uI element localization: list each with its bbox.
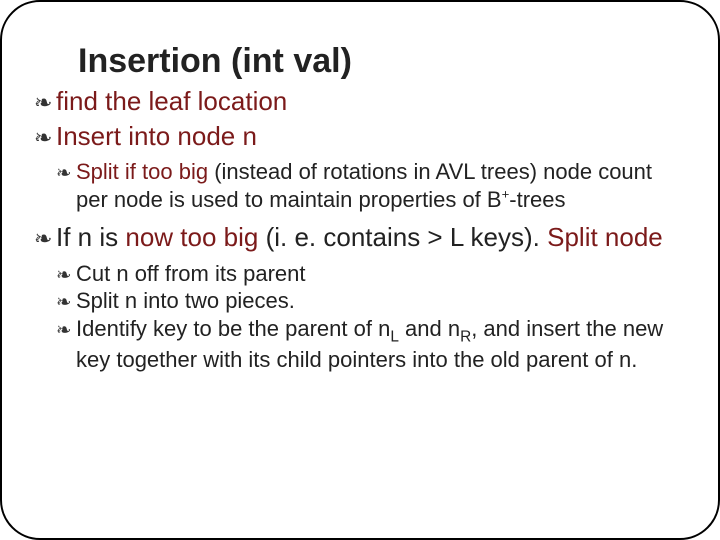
floral-bullet-icon: ❧ <box>34 226 56 252</box>
text-run: If n is <box>56 222 125 252</box>
list-item: ❧Insert into node n❧Split if too big (in… <box>34 120 686 214</box>
bullet-text: If n is now too big (i. e. contains > L … <box>56 221 663 254</box>
text-run: Cut n off from its parent <box>76 261 305 286</box>
text-run: Identify key to be the parent of n <box>76 316 390 341</box>
sub-list: ❧Cut n off from its parent❧Split n into … <box>56 260 686 374</box>
emphasis-text: Insert into node n <box>56 121 257 151</box>
floral-bullet-icon: ❧ <box>56 162 76 184</box>
bullet-text: Insert into node n <box>56 120 257 153</box>
list-item-row: ❧find the leaf location <box>34 85 686 118</box>
emphasis-text: Split node <box>547 222 663 252</box>
bullet-text: Split n into two pieces. <box>76 287 295 315</box>
list-item: ❧find the leaf location <box>34 85 686 118</box>
list-item: ❧Cut n off from its parent <box>56 260 686 288</box>
list-item: ❧If n is now too big (i. e. contains > L… <box>34 221 686 374</box>
floral-bullet-icon: ❧ <box>56 264 76 286</box>
list-item-row: ❧Insert into node n <box>34 120 686 153</box>
text-run: Split n into two pieces. <box>76 288 295 313</box>
list-item-row: ❧Split n into two pieces. <box>56 287 686 315</box>
list-item: ❧Identify key to be the parent of nL and… <box>56 315 686 374</box>
list-item-row: ❧Cut n off from its parent <box>56 260 686 288</box>
list-item-row: ❧If n is now too big (i. e. contains > L… <box>34 221 686 254</box>
bullet-text: Split if too big (instead of rotations i… <box>76 158 676 213</box>
subscript: L <box>390 328 399 345</box>
slide-title: Insertion (int val) <box>78 42 686 81</box>
bullet-text: Identify key to be the parent of nL and … <box>76 315 676 374</box>
emphasis-text: now too big <box>125 222 258 252</box>
emphasis-text: Split if too big <box>76 159 208 184</box>
slide-frame: Insertion (int val) ❧find the leaf locat… <box>0 0 720 540</box>
list-item-row: ❧Identify key to be the parent of nL and… <box>56 315 686 374</box>
bullet-text: Cut n off from its parent <box>76 260 305 288</box>
text-run: (i. e. contains > L keys). <box>258 222 547 252</box>
list-item-row: ❧Split if too big (instead of rotations … <box>56 158 686 213</box>
list-item: ❧Split n into two pieces. <box>56 287 686 315</box>
list-item: ❧Split if too big (instead of rotations … <box>56 158 686 213</box>
floral-bullet-icon: ❧ <box>34 125 56 151</box>
subscript: R <box>460 328 471 345</box>
floral-bullet-icon: ❧ <box>56 291 76 313</box>
emphasis-text: find the leaf location <box>56 86 287 116</box>
sub-list: ❧Split if too big (instead of rotations … <box>56 158 686 213</box>
text-run: and n <box>399 316 460 341</box>
text-run: -trees <box>509 187 565 212</box>
bullet-text: find the leaf location <box>56 85 287 118</box>
bullet-list: ❧find the leaf location❧Insert into node… <box>34 85 686 374</box>
floral-bullet-icon: ❧ <box>56 319 76 341</box>
floral-bullet-icon: ❧ <box>34 90 56 116</box>
